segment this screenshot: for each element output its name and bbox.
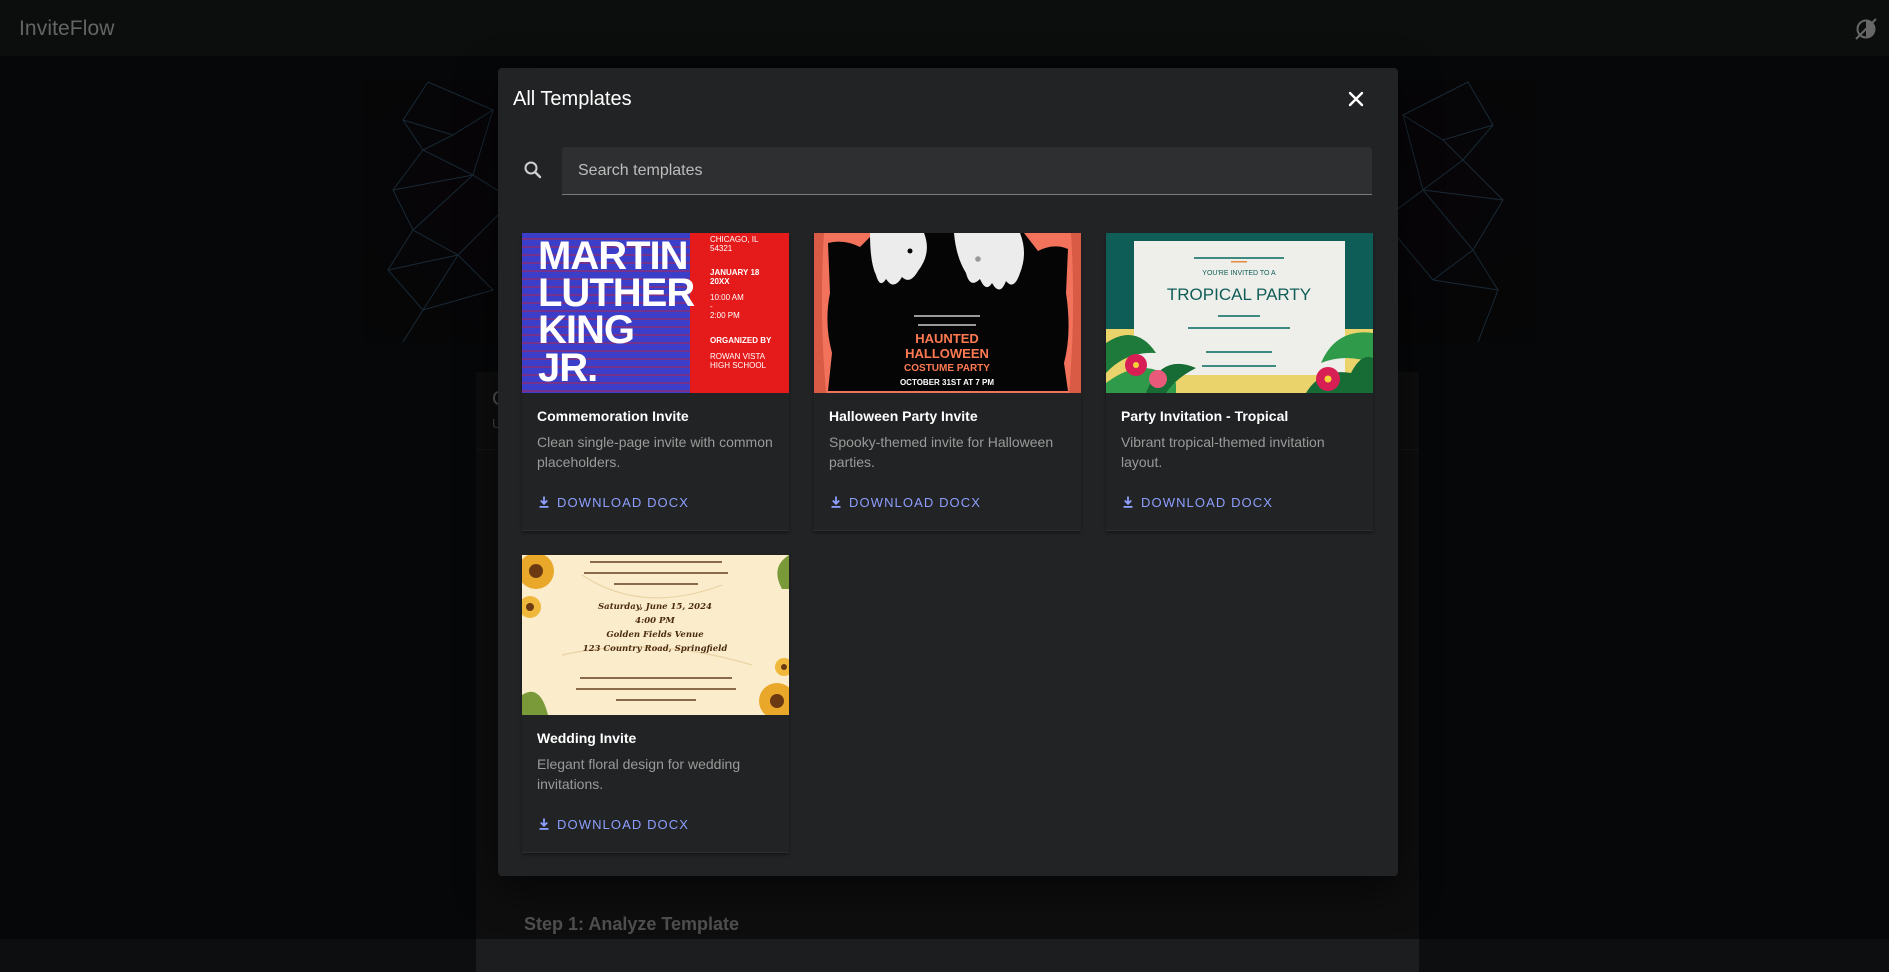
download-docx-button[interactable]: DOWNLOAD DOCX <box>529 487 697 517</box>
template-name: Commemoration Invite <box>537 408 689 424</box>
thumb-organizer: ROWAN VISTA <box>710 352 766 361</box>
thumb-organizer: HIGH SCHOOL <box>710 361 767 370</box>
template-thumbnail[interactable]: Saturday, June 15, 2024 4:00 PM Golden F… <box>522 555 789 715</box>
template-card-commemoration[interactable]: MARTIN LUTHER KING JR. CHICAGO, IL 54321… <box>522 233 789 531</box>
template-thumbnail[interactable]: HAUNTED HALLOWEEN COSTUME PARTY OCTOBER … <box>814 233 1081 393</box>
thumb-location: 54321 <box>710 244 733 253</box>
template-description: Clean single-page invite with common pla… <box>537 434 773 470</box>
template-name: Halloween Party Invite <box>829 408 978 424</box>
template-card-halloween[interactable]: HAUNTED HALLOWEEN COSTUME PARTY OCTOBER … <box>814 233 1081 531</box>
thumb-location: CHICAGO, IL <box>710 235 759 244</box>
download-icon <box>539 496 549 508</box>
download-label: DOWNLOAD DOCX <box>849 494 982 510</box>
close-icon <box>1348 91 1364 107</box>
thumb-headline-line: COSTUME PARTY <box>904 363 990 374</box>
thumb-date: JANUARY 18 <box>710 268 760 277</box>
download-docx-button[interactable]: DOWNLOAD DOCX <box>821 487 989 517</box>
download-icon <box>539 818 549 830</box>
thumb-headline-line: HAUNTED <box>915 331 979 346</box>
search-input[interactable] <box>562 147 1372 194</box>
search-field[interactable] <box>562 147 1372 195</box>
thumb-intro: YOU'RE INVITED TO A <box>1202 270 1276 277</box>
thumb-date-line: OCTOBER 31ST AT 7 PM <box>900 378 994 387</box>
thumb-headline-line: HALLOWEEN <box>905 346 989 361</box>
thumb-time: 2:00 PM <box>710 311 740 320</box>
thumb-line: Golden Fields Venue <box>606 630 704 640</box>
download-icon <box>831 496 841 508</box>
thumb-line: 4:00 PM <box>635 616 675 626</box>
close-button[interactable] <box>1344 87 1368 111</box>
template-card-wedding[interactable]: Saturday, June 15, 2024 4:00 PM Golden F… <box>522 555 789 853</box>
search-icon <box>522 159 544 181</box>
download-icon <box>1123 496 1133 508</box>
thumb-line: Saturday, June 15, 2024 <box>598 602 712 612</box>
template-name: Wedding Invite <box>537 730 637 746</box>
templates-dialog: All Templates Search templates MARTIN LU… <box>498 68 1398 876</box>
thumb-line: 123 Country Road, Springfield <box>583 644 728 654</box>
download-docx-button[interactable]: DOWNLOAD DOCX <box>529 809 697 839</box>
template-description: Vibrant tropical-themed invitation layou… <box>1121 434 1325 470</box>
thumb-time: - <box>710 302 713 311</box>
template-description: Elegant floral design for wedding invita… <box>537 756 741 792</box>
download-docx-button[interactable]: DOWNLOAD DOCX <box>1113 487 1281 517</box>
thumb-headline: TROPICAL PARTY <box>1167 285 1311 304</box>
template-thumbnail[interactable]: MARTIN LUTHER KING JR. CHICAGO, IL 54321… <box>522 233 789 393</box>
template-name: Party Invitation - Tropical <box>1121 408 1289 424</box>
thumb-organizer-label: ORGANIZED BY <box>710 336 772 345</box>
template-card-tropical[interactable]: YOU'RE INVITED TO A TROPICAL PARTY Party… <box>1106 233 1373 531</box>
dialog-title: All Templates <box>513 88 632 110</box>
template-description: Spooky-themed invite for Halloween parti… <box>829 434 1054 470</box>
download-label: DOWNLOAD DOCX <box>1141 494 1274 510</box>
thumb-headline-line: JR. <box>538 346 597 390</box>
download-label: DOWNLOAD DOCX <box>557 816 690 832</box>
thumb-date: 20XX <box>710 277 730 286</box>
template-thumbnail[interactable]: YOU'RE INVITED TO A TROPICAL PARTY <box>1106 233 1373 393</box>
thumb-time: 10:00 AM <box>710 293 744 302</box>
download-label: DOWNLOAD DOCX <box>557 494 690 510</box>
